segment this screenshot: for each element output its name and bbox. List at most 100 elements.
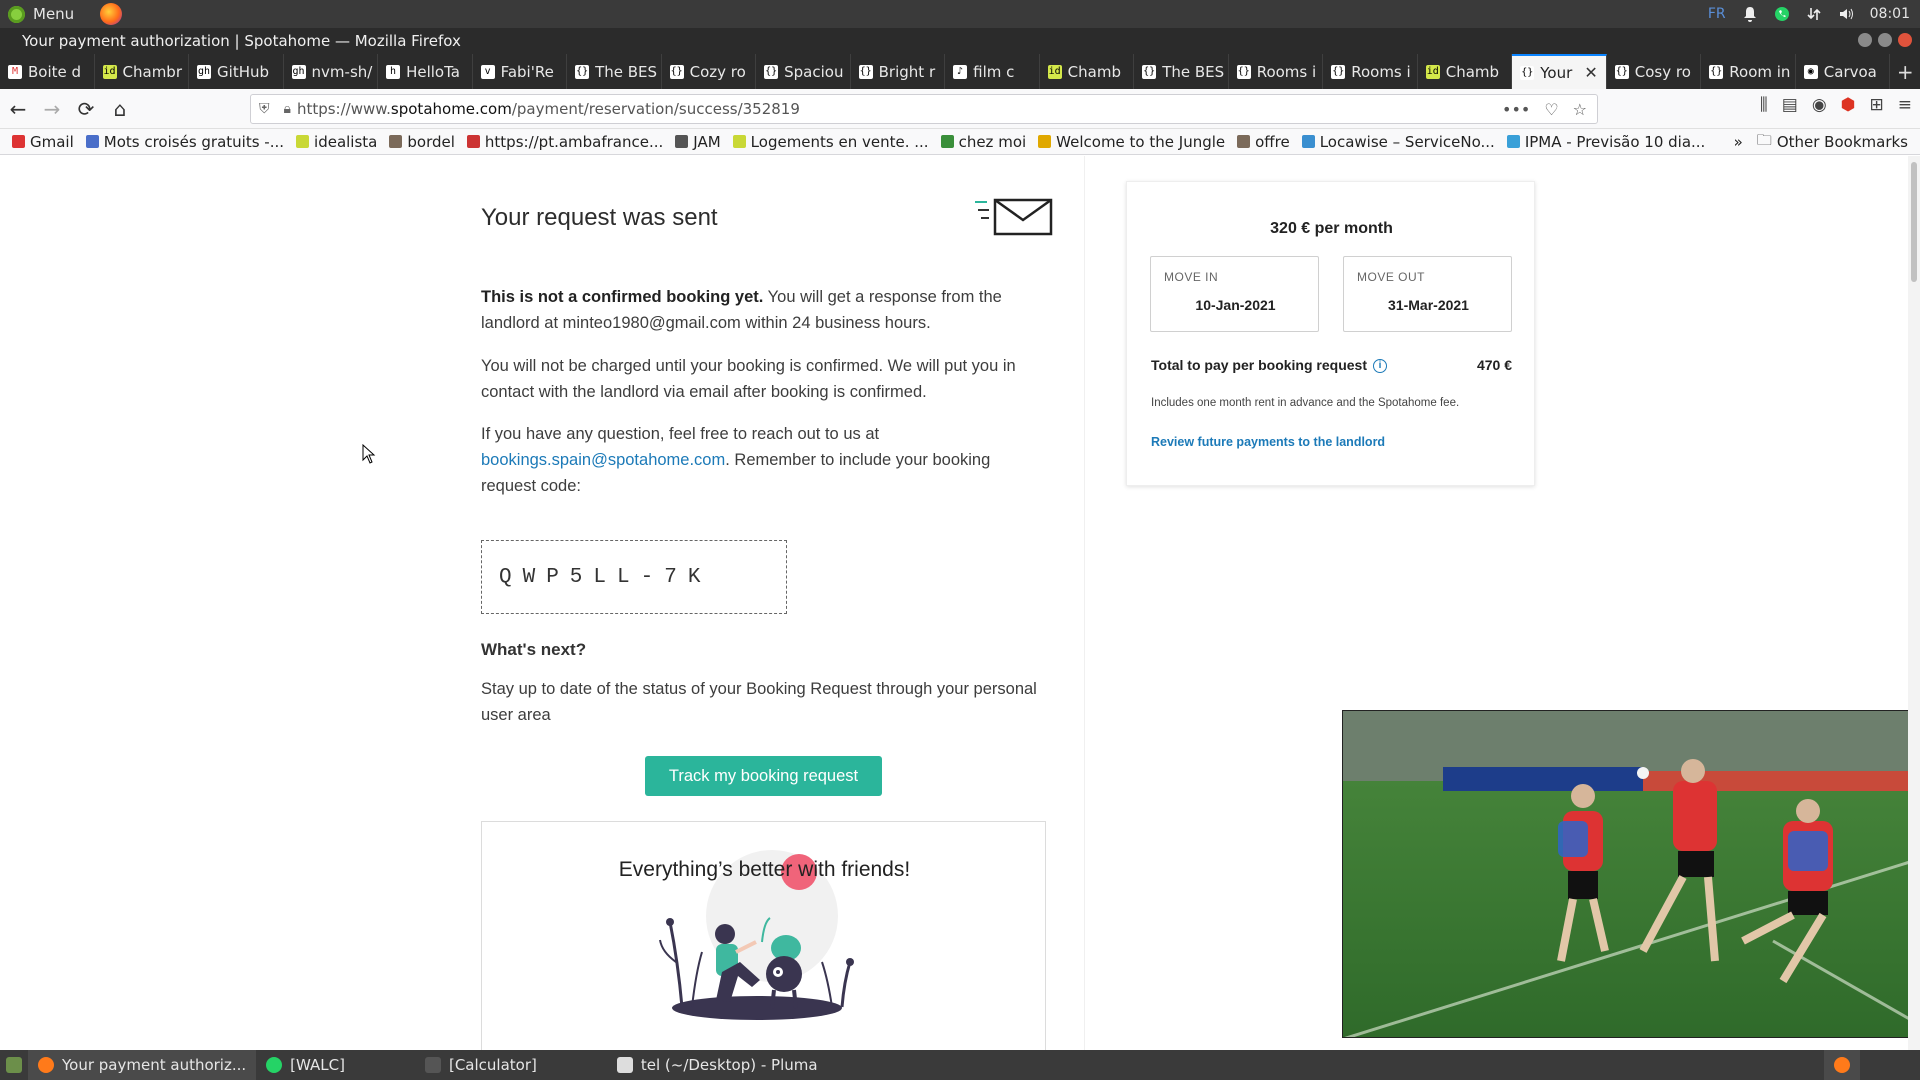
- keyboard-layout-indicator[interactable]: FR: [1708, 6, 1726, 22]
- folder-icon: 🗀: [1756, 130, 1772, 149]
- page-heading: Your request was sent: [481, 204, 718, 231]
- browser-tab[interactable]: {} Cozy ro: [662, 54, 757, 89]
- friends-illustration: [659, 850, 854, 1020]
- bookmark-item[interactable]: Welcome to the Jungle: [1038, 133, 1225, 151]
- browser-tab[interactable]: ◉ Carvoa: [1796, 54, 1891, 89]
- browser-tab[interactable]: v Fabi'Re: [473, 54, 568, 89]
- tab-label: Cosy ro: [1634, 62, 1691, 81]
- browser-tab[interactable]: {} Spaciou: [756, 54, 851, 89]
- browser-tab[interactable]: {} Room in: [1701, 54, 1796, 89]
- other-bookmarks-folder[interactable]: 🗀 Other Bookmarks: [1757, 130, 1908, 155]
- tab-favicon-icon: v: [480, 64, 495, 79]
- picture-in-picture-video[interactable]: [1342, 710, 1912, 1038]
- pocket-icon[interactable]: ♡: [1544, 100, 1558, 119]
- browser-tab[interactable]: {} Rooms i: [1229, 54, 1324, 89]
- firefox-workspace-button[interactable]: [1824, 1050, 1860, 1080]
- browser-tab[interactable]: {} Bright r: [851, 54, 946, 89]
- lock-icon[interactable]: 🔒︎: [284, 101, 291, 117]
- minimize-button[interactable]: [1858, 33, 1872, 47]
- taskbar-window-button[interactable]: Your payment authoriz...: [28, 1050, 257, 1080]
- tab-label: nvm-sh/: [311, 62, 373, 81]
- browser-tab[interactable]: h HelloTa: [378, 54, 473, 89]
- browser-tab[interactable]: id Chamb: [1418, 54, 1513, 89]
- taskbar-window-label: [Calculator]: [448, 1056, 537, 1074]
- browser-tab[interactable]: {} Your ✕: [1512, 54, 1607, 89]
- whatsapp-tray-icon[interactable]: [1774, 6, 1790, 22]
- tab-favicon-icon: gh: [197, 64, 212, 79]
- library-icon[interactable]: ⫼: [1760, 95, 1768, 115]
- new-tab-button[interactable]: +: [1890, 54, 1920, 89]
- tab-label: The BES: [595, 62, 658, 81]
- bookmarks-overflow-icon[interactable]: »: [1734, 133, 1743, 151]
- scrollbar-thumb[interactable]: [1911, 162, 1917, 282]
- close-window-button[interactable]: [1898, 33, 1912, 47]
- referral-card: Everything’s better with friends!: [481, 821, 1046, 1050]
- url-bar[interactable]: ⛨ 🔒︎ https://www. spotahome.com/payment/r…: [250, 94, 1598, 124]
- close-tab-icon[interactable]: ✕: [1584, 63, 1597, 82]
- browser-tab[interactable]: {} The BES: [1134, 54, 1229, 89]
- taskbar-window-button[interactable]: tel (~/Desktop) - Pluma: [607, 1050, 828, 1080]
- account-icon[interactable]: ◉: [1812, 95, 1827, 115]
- browser-tab[interactable]: {} Rooms i: [1323, 54, 1418, 89]
- column-divider: [1084, 156, 1085, 1050]
- bookmark-item[interactable]: idealista: [296, 133, 377, 151]
- browser-tab[interactable]: id Chamb: [1040, 54, 1135, 89]
- support-email-link[interactable]: bookings.spain@spotahome.com: [481, 451, 725, 469]
- browser-tab[interactable]: ♪ film c: [945, 54, 1040, 89]
- move-out-box: MOVE OUT 31-Mar-2021: [1343, 256, 1512, 332]
- back-button[interactable]: ←: [2, 93, 34, 125]
- bookmark-item[interactable]: IPMA - Previsão 10 dia...: [1506, 133, 1705, 151]
- browser-tab[interactable]: {} Cosy ro: [1607, 54, 1702, 89]
- taskbar-window-button[interactable]: [WALC]: [256, 1050, 355, 1080]
- browser-tab[interactable]: id Chambr: [95, 54, 190, 89]
- firefox-launcher-icon[interactable]: [100, 3, 123, 25]
- network-icon[interactable]: [1806, 6, 1822, 22]
- info-icon[interactable]: i: [1372, 359, 1387, 374]
- extensions-icon[interactable]: ⊞: [1870, 95, 1884, 115]
- bookmark-favicon-icon: [85, 135, 99, 148]
- tab-favicon-icon: {}: [575, 64, 590, 79]
- browser-tab[interactable]: gh GitHub: [189, 54, 284, 89]
- tab-label: film c: [973, 62, 1015, 81]
- show-desktop-button[interactable]: [0, 1050, 28, 1080]
- review-payments-link[interactable]: Review future payments to the landlord: [1151, 435, 1385, 449]
- taskbar-app-icon: [266, 1057, 283, 1073]
- bookmark-star-icon[interactable]: ☆: [1573, 100, 1587, 119]
- browser-tab[interactable]: {} The BES: [567, 54, 662, 89]
- maximize-button[interactable]: [1878, 33, 1892, 47]
- bookmark-item[interactable]: offre: [1237, 133, 1290, 151]
- track-booking-button[interactable]: Track my booking request: [645, 756, 882, 796]
- bookmark-item[interactable]: Locawise – ServiceNo...: [1301, 133, 1495, 151]
- sidebar-icon[interactable]: ▤: [1782, 95, 1798, 115]
- bottom-taskbar: Your payment authoriz... [WALC] [Calculato…: [0, 1050, 1920, 1080]
- ublock-icon[interactable]: ⬢: [1841, 95, 1856, 115]
- contact-text-start: If you have any question, feel free to r…: [481, 425, 880, 443]
- page-actions-icon[interactable]: •••: [1502, 100, 1530, 119]
- taskbar-window-button[interactable]: [Calculator]: [415, 1050, 547, 1080]
- bookmark-item[interactable]: https://pt.ambafrance...: [466, 133, 663, 151]
- browser-tab[interactable]: gh nvm-sh/: [284, 54, 379, 89]
- bookmark-item[interactable]: Mots croisés gratuits -...: [85, 133, 284, 151]
- bookmark-item[interactable]: chez moi: [940, 133, 1026, 151]
- bookmark-item[interactable]: bordel: [389, 133, 455, 151]
- includes-note: Includes one month rent in advance and t…: [1151, 397, 1460, 409]
- reload-button[interactable]: ⟳: [70, 93, 102, 125]
- hamburger-menu-icon[interactable]: ≡: [1898, 95, 1912, 115]
- bookmark-item[interactable]: Gmail: [12, 133, 74, 151]
- booking-request-code[interactable]: QWP5LL-7K: [481, 540, 787, 614]
- start-menu-button[interactable]: Menu: [0, 0, 123, 28]
- bookmark-item[interactable]: Logements en vente. ...: [732, 133, 929, 151]
- forward-button[interactable]: →: [36, 93, 68, 125]
- tab-strip: M Boite d id Chambr gh GitHub gh nvm-sh/h HelloT…: [0, 54, 1920, 89]
- clock[interactable]: 08:01: [1870, 6, 1910, 22]
- bookmark-item[interactable]: JAM: [675, 133, 721, 151]
- page-scrollbar[interactable]: [1908, 156, 1920, 1050]
- home-button[interactable]: ⌂: [104, 93, 136, 125]
- browser-tab[interactable]: M Boite d: [0, 54, 95, 89]
- tracking-shield-icon[interactable]: ⛨: [259, 101, 270, 117]
- tab-favicon-icon: gh: [291, 64, 306, 79]
- status-paragraph: Stay up to date of the status of your Bo…: [481, 680, 1037, 724]
- volume-icon[interactable]: [1838, 6, 1854, 22]
- bookmark-label: Welcome to the Jungle: [1056, 132, 1226, 151]
- notification-bell-icon[interactable]: [1742, 6, 1758, 22]
